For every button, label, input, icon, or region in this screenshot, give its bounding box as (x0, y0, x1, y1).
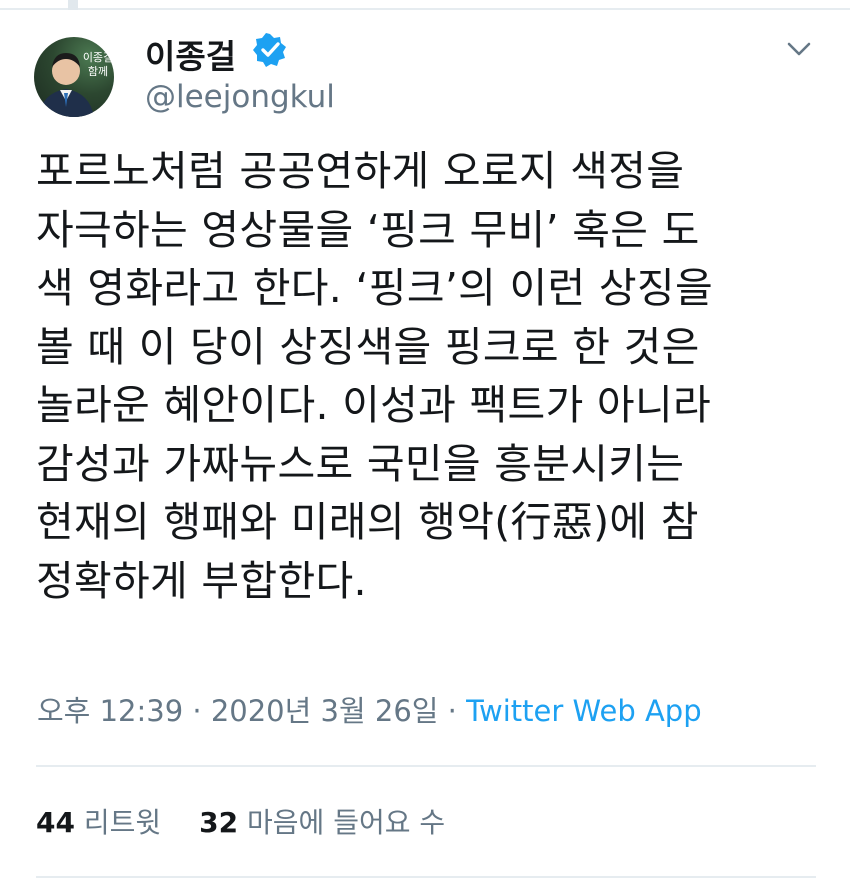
tweet-text-line: 정확하게 부합한다. (36, 556, 367, 605)
meta-separator: · (438, 694, 467, 728)
retweets-label: 리트윗 (83, 806, 162, 839)
meta-separator: · (183, 694, 211, 728)
author-handle[interactable]: @leejongkul (145, 79, 335, 115)
stats-bottom-divider (36, 876, 816, 878)
svg-text:이종걸: 이종걸 (83, 51, 113, 64)
tweet-time[interactable]: 오후 12:39 (37, 694, 183, 728)
avatar-portrait: 이종걸 함께 (38, 51, 113, 117)
stats-top-divider (36, 765, 816, 767)
avatar[interactable]: 이종걸 함께 (34, 37, 114, 117)
tweet-source-link[interactable]: Twitter Web App (466, 694, 702, 728)
tweet-text-line: 포르노처럼 공공연하게 오로지 색정을 (36, 147, 685, 195)
svg-text:함께: 함께 (88, 65, 108, 78)
author-name[interactable]: 이종걸 (145, 30, 236, 78)
tweet-date[interactable]: 2020년 3월 26일 (211, 694, 439, 728)
top-divider (0, 0, 850, 10)
likes-label: 마음에 들어요 수 (247, 806, 446, 839)
tweet-text-line: 자극하는 영상물을 ‘핑크 무비’ 혹은 도 (36, 205, 700, 254)
tweet-text-line: 감성과 가짜뉴스로 국민을 흥분시키는 (36, 439, 685, 488)
retweets-stat[interactable]: 44 리트윗 (36, 806, 161, 839)
tweet-text-line: 놀라운 혜안이다. 이성과 팩트가 아니라 (36, 381, 711, 429)
tweet-text: 포르노처럼 공공연하게 오로지 색정을 자극하는 영상물을 ‘핑크 무비’ 혹은… (36, 142, 826, 610)
top-divider-marker (68, 0, 78, 10)
likes-count: 32 (199, 806, 239, 839)
tweet-text-line: 색 영화라고 한다. ‘핑크’의 이런 상징을 (36, 264, 713, 312)
tweet-metadata: 오후 12:39 · 2020년 3월 26일 · Twitter Web Ap… (37, 688, 702, 730)
tweet-stats: 44 리트윗 32 마음에 들어요 수 (36, 801, 445, 841)
likes-stat[interactable]: 32 마음에 들어요 수 (199, 806, 445, 839)
tweet-text-line: 볼 때 이 당이 상징색을 핑크로 한 것은 (36, 322, 700, 371)
tweet-text-line: 현재의 행패와 미래의 행악(行惡)에 참 (36, 498, 699, 546)
retweets-count: 44 (36, 806, 75, 839)
verified-badge-icon (253, 33, 286, 67)
chevron-down-icon[interactable] (782, 32, 816, 66)
